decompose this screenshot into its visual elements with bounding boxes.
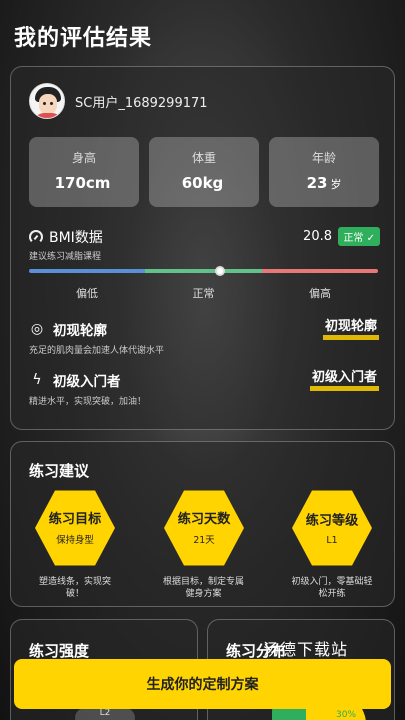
advice-desc: 塑造线条，实现突破！ [38,577,111,599]
bmi-title-row: BMI数据 [29,227,103,247]
page-title: 我的评估结果 [14,26,153,51]
info-title: 初现轮廓 [53,323,107,339]
lightning-icon: ϟ [32,372,42,388]
gauge-icon [29,230,43,244]
profile-row-level: ϟ 初级入门者 精进水平，实现突破，加油！ 初级入门者 [29,370,379,407]
stats-row: 身高 170cm 体重 60kg 年龄 23 岁 [29,137,379,207]
bmi-bar-high [261,269,378,273]
info-title: 初级入门者 [53,374,121,390]
stat-label: 年龄 [311,151,336,165]
watermark: 汤德下载站 [263,640,349,659]
user-row: SC用户_1689299171 [29,83,208,119]
advice-heading: 练习建议 [29,462,90,480]
advice-item-days: 练习天数 21天 根据目标，制定专属健身方案 [154,490,254,600]
hexagon-badge: 练习天数 21天 [163,490,244,566]
advice-desc: 根据目标，制定专属健身方案 [162,577,244,599]
bmi-bar-normal [145,269,262,273]
profile-card: SC用户_1689299171 身高 170cm 体重 60kg 年龄 23 岁 … [10,66,395,430]
bmi-label-low: 偏低 [76,287,98,300]
generate-plan-button[interactable]: 生成你的定制方案 [14,659,391,709]
stat-value: 170cm [54,174,111,192]
advice-card: 练习建议 练习目标 保持身型 塑造线条，实现突破！ 练习天数 21天 根据目标，… [10,441,395,607]
stat-weight: 体重 60kg [149,137,259,207]
intensity-heading: 练习强度 [29,642,90,660]
advice-item-level: 练习等级 L1 初级入门，零基础轻松开练 [282,490,382,600]
hexagon-badge: 练习目标 保持身型 [35,490,115,566]
hexagon-badge: 练习等级 L1 [292,490,372,566]
advice-desc: 初级入门，零基础轻松开练 [291,577,373,599]
bmi-value: 20.8 [303,229,332,244]
distribution-percent: 30% [336,710,357,720]
profile-row-contour: ◎ 初现轮廓 充足的肌肉量会加速人体代谢水平 初现轮廓 [29,319,379,356]
bmi-label-high: 偏高 [309,287,331,300]
stat-label: 体重 [191,151,216,165]
bmi-title: BMI数据 [49,230,103,246]
stat-value: 60kg [181,174,224,192]
advice-items: 练习目标 保持身型 塑造线条，实现突破！ 练习天数 21天 根据目标，制定专属健… [25,490,382,600]
bmi-status-badge: 正常 ✓ [338,227,380,246]
username: SC用户_1689299171 [75,95,208,111]
stat-age: 年龄 23 岁 [269,137,379,207]
bmi-bar [29,269,378,273]
bmi-label-normal: 正常 [192,287,215,300]
info-tag: 初现轮廓 [322,319,379,340]
bmi-subtitle: 建议练习减脂课程 [29,252,102,262]
info-desc: 充足的肌肉量会加速人体代谢水平 [29,346,165,356]
stat-label: 身高 [71,151,96,165]
intensity-indicator: L2 [75,708,135,720]
info-tag: 初级入门者 [309,370,379,391]
info-desc: 精进水平，实现突破，加油！ [29,397,147,407]
stat-value: 23 岁 [306,174,342,192]
stat-height: 身高 170cm [29,137,139,207]
bmi-marker [214,266,225,276]
target-icon: ◎ [30,321,44,337]
bmi-bar-low [29,269,146,273]
advice-item-goal: 练习目标 保持身型 塑造线条，实现突破！ [25,490,125,600]
avatar[interactable] [29,83,65,119]
bmi-labels: 偏低 正常 偏高 [29,285,378,301]
